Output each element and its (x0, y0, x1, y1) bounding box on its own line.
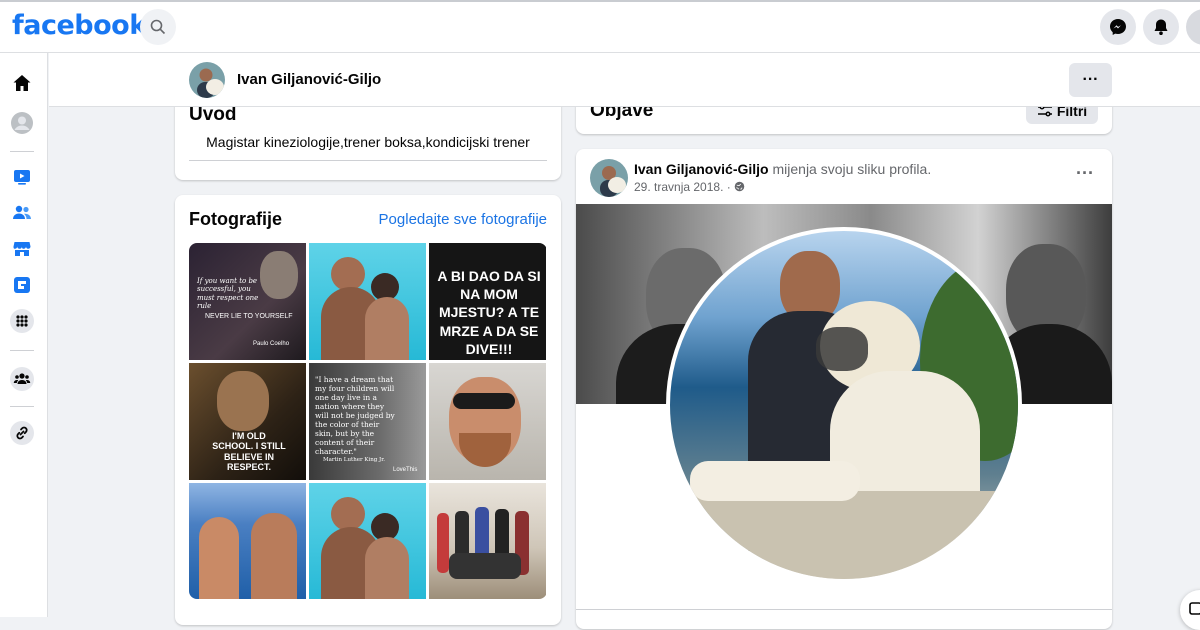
photo-thumbnail[interactable] (429, 483, 546, 599)
photo-thumbnail[interactable] (309, 483, 426, 599)
globe-icon (734, 181, 745, 192)
person-shape (365, 297, 409, 360)
dog-paws-shape (690, 461, 860, 501)
link-icon[interactable] (10, 421, 34, 445)
person-shape (199, 517, 239, 599)
post-headline: Ivan Giljanović-Giljo mijenja svoju slik… (634, 161, 931, 177)
person-shape (437, 513, 449, 573)
photo-caption: "I have a dream that my four children wi… (315, 375, 395, 456)
muzzle-shape (816, 327, 868, 371)
home-icon[interactable] (10, 71, 34, 95)
photo-caption: A BI DAO DA SI NA MOM MJESTU? A TE MRZE … (437, 268, 541, 357)
photo-thumbnail[interactable] (189, 483, 306, 599)
photo-caption: NEVER LIE TO YOURSELF (205, 313, 293, 320)
groups-icon[interactable] (10, 367, 34, 391)
person-shape (449, 553, 521, 579)
photo-caption: Martin Luther King Jr. (323, 457, 386, 463)
rail-divider (10, 151, 34, 152)
friends-icon[interactable] (10, 201, 34, 225)
post-options-button[interactable]: ··· (1076, 163, 1094, 184)
search-icon (150, 19, 166, 35)
post-date[interactable]: 29. travnja 2018. · (634, 180, 731, 194)
left-navigation-rail (0, 53, 48, 617)
profile-sticky-header: Ivan Giljanović-Giljo ··· (49, 53, 1200, 107)
menu-grid-icon[interactable] (10, 309, 34, 333)
rail-divider (10, 350, 34, 351)
intro-bio: Magistar kineziologije,trener boksa,kond… (206, 134, 530, 150)
messenger-button[interactable] (1100, 9, 1136, 45)
marketplace-icon[interactable] (10, 237, 34, 261)
photo-caption: If you want to be successful, you must r… (197, 277, 259, 311)
photos-title: Fotografije (189, 209, 282, 229)
photo-thumbnail[interactable] (309, 243, 426, 360)
post-action: mijenja svoju sliku profila. (772, 161, 932, 177)
profile-icon[interactable] (10, 111, 34, 135)
account-button[interactable] (1186, 9, 1200, 45)
see-all-photos-link[interactable]: Pogledajte sve fotografije (379, 211, 547, 228)
photo-caption: LoveThis (393, 467, 418, 473)
photo-thumbnail[interactable] (429, 363, 546, 480)
profile-picture[interactable] (666, 227, 1022, 583)
intro-title: Uvod (189, 104, 237, 125)
photo-thumbnail[interactable]: If you want to be successful, you must r… (189, 243, 306, 360)
top-navigation-bar: facebook (0, 0, 1200, 53)
person-shape (331, 257, 365, 291)
beard-shape (459, 433, 511, 467)
profile-more-button[interactable]: ··· (1069, 63, 1112, 97)
rail-divider (10, 406, 34, 407)
intro-divider (189, 160, 547, 161)
photo-caption: I'M OLD SCHOOL. I STILL BELIEVE IN RESPE… (212, 431, 286, 473)
messenger-icon (1110, 19, 1126, 35)
photo-thumbnail[interactable]: "I have a dream that my four children wi… (309, 363, 426, 480)
portrait-shape (217, 371, 269, 431)
profile-name[interactable]: Ivan Giljanović-Giljo (237, 71, 381, 88)
person-shape (251, 513, 297, 599)
search-button[interactable] (140, 9, 176, 45)
post-author-name[interactable]: Ivan Giljanović-Giljo (634, 161, 769, 177)
wall-shape (670, 491, 1018, 579)
post-author-avatar[interactable] (590, 159, 628, 197)
post-meta: 29. travnja 2018. · (634, 180, 745, 194)
facebook-logo[interactable]: facebook (12, 10, 147, 41)
compose-icon (1189, 602, 1200, 615)
watch-icon[interactable] (10, 165, 34, 189)
notifications-icon (1154, 19, 1168, 35)
profile-avatar[interactable] (189, 62, 225, 98)
new-message-button[interactable] (1180, 590, 1200, 630)
photo-thumbnail[interactable]: A BI DAO DA SI NA MOM MJESTU? A TE MRZE … (429, 243, 546, 360)
person-shape (331, 497, 365, 531)
gaming-icon[interactable] (10, 273, 34, 297)
notifications-button[interactable] (1143, 9, 1179, 45)
window-top-edge (0, 0, 1200, 2)
post-card: Ivan Giljanović-Giljo mijenja svoju slik… (576, 149, 1112, 629)
photos-grid: If you want to be successful, you must r… (189, 243, 547, 599)
photo-thumbnail[interactable]: I'M OLD SCHOOL. I STILL BELIEVE IN RESPE… (189, 363, 306, 480)
portrait-shape (260, 251, 298, 299)
person-shape (365, 537, 409, 599)
photos-card: Fotografije Pogledajte sve fotografije I… (175, 195, 561, 625)
post-divider (576, 609, 1112, 610)
photo-caption: Paulo Coelho (253, 341, 290, 347)
sunglasses-shape (453, 393, 515, 409)
